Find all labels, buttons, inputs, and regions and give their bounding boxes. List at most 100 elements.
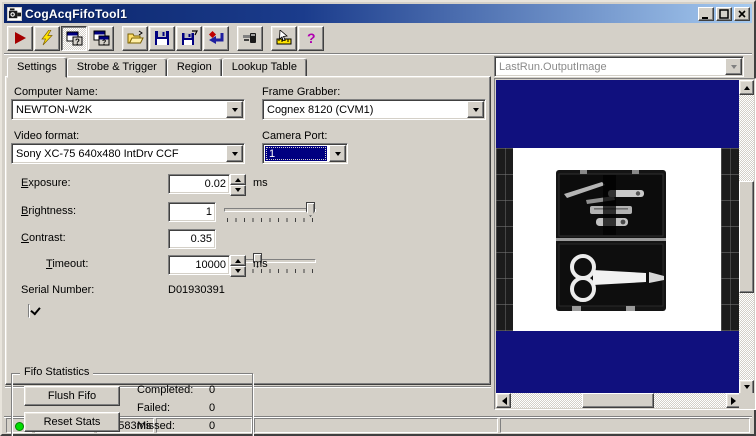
tab-strobe-trigger[interactable]: Strobe & Trigger [66,58,167,77]
tab-label: Settings [17,61,57,73]
app-icon [7,6,22,21]
chevron-down-icon[interactable] [329,145,346,162]
scroll-left-button[interactable] [496,393,511,408]
tab-region[interactable]: Region [166,58,222,77]
toolbar: ? ? ? [4,23,752,54]
frame-grabber-select[interactable]: Cognex 8120 (CVM1) [262,99,486,120]
close-icon [738,9,746,18]
image-left-edge [496,148,513,331]
brightness-input[interactable]: 1 [168,202,216,222]
camera-port-value: 1 [265,146,327,161]
window-title: CogAcqFifoTool1 [25,6,128,21]
save-button[interactable] [149,25,175,51]
timeout-input[interactable]: 10000 [168,255,230,275]
chevron-down-icon[interactable] [226,101,243,118]
slider-thumb[interactable] [306,202,315,217]
tab-settings[interactable]: Settings [7,57,67,78]
image-selector-value: LastRun.OutputImage [499,60,607,73]
camera-icon [242,33,256,43]
trigger-button[interactable] [34,25,60,51]
image-selector[interactable]: LastRun.OutputImage [494,56,744,77]
reset-stats-button[interactable]: Reset Stats [24,412,120,432]
vertical-scrollbar[interactable] [739,80,754,395]
open-icon [127,30,144,44]
save-icon [155,31,169,45]
svg-text:?: ? [307,30,316,46]
fifo-statistics-group: Fifo Statistics Flush Fifo Reset Stats C… [11,366,253,436]
image-display-icon: ? [66,31,82,46]
horizontal-scrollbar[interactable] [496,393,741,408]
scroll-up-button[interactable] [739,80,754,95]
scrollbar-corner [739,393,754,408]
video-format-label: Video format: [14,130,80,142]
camera-port-label: Camera Port: [262,130,328,142]
measure-icon [276,30,291,45]
missed-label: Missed: [137,420,175,432]
video-format-value: Sony XC-75 640x480 IntDrv CCF [16,147,179,160]
serial-number-label: Serial Number: [21,284,95,296]
timeout-spinner[interactable] [230,255,246,277]
tab-label: Lookup Table [231,61,297,73]
exposure-label: Exposure: [21,177,71,189]
manicure-set-photo [556,170,666,311]
tab-lookup-table[interactable]: Lookup Table [221,58,307,77]
save-as-icon [181,30,198,45]
open-button[interactable] [122,25,148,51]
status-empty-panel [254,418,498,433]
completed-label: Completed: [137,384,194,396]
timeout-unit: ms [253,258,268,270]
settings-page: Computer Name: NEWTON-W2K Frame Grabber:… [5,76,491,436]
image-viewport [494,78,756,410]
save-as-button[interactable] [176,25,202,51]
horizontal-scroll-thumb[interactable] [582,393,654,408]
copy-display-icon: ? [93,30,109,47]
image-display-button[interactable]: ? [61,25,87,51]
help-icon: ? [307,30,316,46]
chevron-down-icon[interactable] [467,101,484,118]
image-right-edge [721,148,741,331]
spin-up-icon[interactable] [230,255,246,266]
contrast-label: Contrast: [21,232,66,244]
trigger-icon [41,30,53,46]
chevron-down-icon[interactable] [226,145,243,162]
exposure-spinner[interactable] [230,174,246,196]
failed-label: Failed: [137,402,171,414]
image-panel: LastRun.OutputImage [494,56,756,410]
video-format-select[interactable]: Sony XC-75 640x480 IntDrv CCF [11,143,245,164]
image-canvas [496,80,741,395]
spin-up-icon[interactable] [230,174,246,185]
help-button[interactable]: ? [298,25,324,51]
flush-fifo-button[interactable]: Flush Fifo [24,386,120,406]
run-button[interactable] [7,25,33,51]
brightness-label: Brightness: [21,205,77,217]
run-icon [15,32,26,44]
completed-value: 0 [209,384,216,396]
camera-button[interactable] [237,25,263,51]
minimize-icon [702,16,708,19]
timeout-label: Timeout: [46,258,89,270]
computer-name-value: NEWTON-W2K [16,103,93,116]
exposure-unit: ms [253,177,268,189]
revert-button[interactable] [203,25,229,51]
camera-port-select[interactable]: 1 [262,143,348,164]
minimize-button[interactable] [698,6,714,21]
computer-name-label: Computer Name: [14,86,98,98]
computer-name-select[interactable]: NEWTON-W2K [11,99,245,120]
copy-display-button[interactable]: ? [88,25,114,51]
maximize-button[interactable] [716,6,732,21]
tab-label: Region [176,61,212,73]
title-bar: CogAcqFifoTool1 [4,4,752,23]
tab-bar: Settings Strobe & Trigger Region Lookup … [7,57,307,78]
contrast-input[interactable]: 0.35 [168,229,216,249]
close-button[interactable] [734,6,750,21]
vertical-scroll-thumb[interactable] [739,181,754,293]
exposure-input[interactable]: 0.02 [168,174,230,194]
acquired-image [496,148,741,331]
spin-down-icon[interactable] [230,266,246,277]
brightness-slider[interactable] [224,201,316,225]
timeout-checkbox[interactable] [28,304,30,318]
spin-down-icon[interactable] [230,185,246,196]
measure-button[interactable] [271,25,297,51]
svg-text:?: ? [102,40,106,47]
tab-label: Strobe & Trigger [76,61,157,73]
